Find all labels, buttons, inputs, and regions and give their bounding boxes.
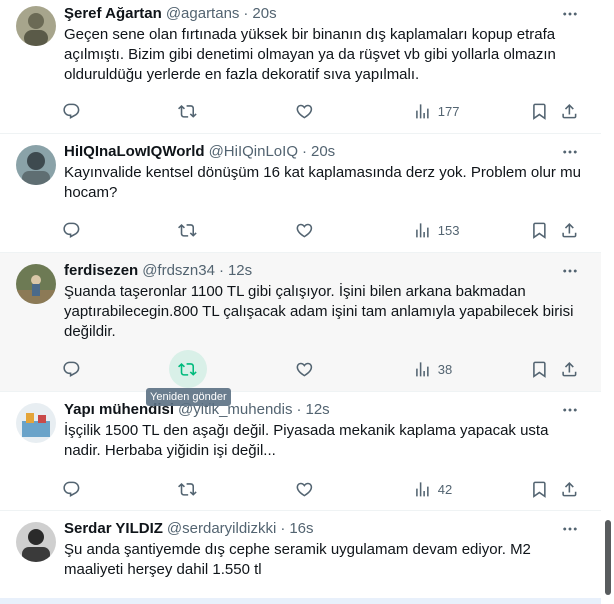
tweet-text: Şu anda şantiyemde dış cephe seramik uyg… [64,541,531,578]
like-icon[interactable] [295,99,314,123]
views-icon [413,221,432,240]
share-icon[interactable] [560,99,579,123]
separator-dot: · [218,262,224,279]
author-name[interactable]: ferdisezen [64,261,138,281]
views-button[interactable]: 153 [413,218,459,242]
timestamp[interactable]: 12s [305,400,329,420]
views-count: 177 [437,103,460,119]
action-bar: 42 [60,477,590,501]
reply-icon[interactable] [62,477,81,501]
action-bar: 177 [60,99,590,123]
scrollbar[interactable] [601,0,614,604]
retweet-icon[interactable] [178,218,197,242]
share-icon[interactable] [560,477,579,501]
views-button[interactable]: 177 [413,99,459,123]
timestamp[interactable]: 12s [228,261,252,281]
tweet-header: Serdar YILDIZ @serdaryildizkki · 16s [64,519,561,539]
tweet-item[interactable]: Şeref Ağartan @agartans · 20s Geçen sene… [0,0,601,134]
views-count: 153 [437,222,460,238]
author-name[interactable]: Şeref Ağartan [64,4,162,24]
tweet-header: HiIQInaLowIQWorld @HiIQinLoIQ · 20s [64,142,561,162]
timestamp[interactable]: 20s [252,4,276,24]
reply-icon[interactable] [62,218,81,242]
views-icon [413,102,432,121]
more-options-icon[interactable] [557,258,583,284]
avatar[interactable] [16,6,56,46]
avatar[interactable] [16,403,56,443]
tweet-header: Şeref Ağartan @agartans · 20s [64,4,561,24]
tweet-text: İşçilik 1500 TL den aşağı değil. Piyasad… [64,422,549,459]
avatar[interactable] [16,145,56,185]
action-bar: 153 [60,218,590,242]
views-icon [413,480,432,499]
more-options-icon[interactable] [557,516,583,542]
more-options-icon[interactable] [557,1,583,27]
tweet-item[interactable]: Yapı mühendisi @yitik_muhendis · 12s İşç… [0,392,601,511]
avatar[interactable] [16,264,56,304]
tweet-header: ferdisezen @frdszn34 · 12s [64,261,561,281]
separator-dot: · [296,401,302,418]
separator-dot: · [280,520,286,537]
timestamp[interactable]: 16s [289,519,313,539]
views-count: 38 [437,361,453,377]
retweet-tooltip: Yeniden gönder [146,388,231,406]
retweet-icon[interactable] [178,99,197,123]
retweet-icon[interactable] [178,477,197,501]
like-icon[interactable] [295,477,314,501]
tweet-header: Yapı mühendisi @yitik_muhendis · 12s [64,400,561,420]
author-handle[interactable]: @frdszn34 [142,261,215,281]
bookmark-icon[interactable] [530,477,549,501]
reply-icon[interactable] [62,357,81,381]
avatar[interactable] [16,522,56,562]
views-icon [413,360,432,379]
bookmark-icon[interactable] [530,357,549,381]
timeline: Şeref Ağartan @agartans · 20s Geçen sene… [0,0,601,604]
like-icon[interactable] [295,218,314,242]
retweet-icon[interactable] [169,350,207,388]
scrollbar-thumb[interactable] [605,520,611,595]
timestamp[interactable]: 20s [311,142,335,162]
tweet-item[interactable]: ferdisezen @frdszn34 · 12s Şuanda taşero… [0,253,601,392]
views-count: 42 [437,481,453,497]
bookmark-icon[interactable] [530,99,549,123]
more-options-icon[interactable] [557,397,583,423]
author-handle[interactable]: @agartans [166,4,240,24]
views-button[interactable]: 42 [413,477,452,501]
tweet-text: Kayınvalide kentsel dönüşüm 16 kat kapla… [64,164,581,201]
tweet-text: Geçen sene olan fırtınada yüksek bir bin… [64,26,556,83]
share-icon[interactable] [560,218,579,242]
more-options-icon[interactable] [557,139,583,165]
author-handle[interactable]: @HiIQinLoIQ [209,142,298,162]
author-handle[interactable]: @serdaryildizkki [167,519,276,539]
author-name[interactable]: HiIQInaLowIQWorld [64,142,205,162]
like-icon[interactable] [295,357,314,381]
bottom-bar [0,598,601,604]
share-icon[interactable] [560,357,579,381]
tweet-item[interactable]: Serdar YILDIZ @serdaryildizkki · 16s Şu … [0,511,601,604]
tweet-text: Şuanda taşeronlar 1100 TL gibi çalışıyor… [64,283,574,340]
author-name[interactable]: Serdar YILDIZ [64,519,163,539]
tweet-item[interactable]: HiIQInaLowIQWorld @HiIQinLoIQ · 20s Kayı… [0,134,601,253]
separator-dot: · [301,143,307,160]
separator-dot: · [243,5,249,22]
views-button[interactable]: 38 [413,357,452,381]
reply-icon[interactable] [62,99,81,123]
action-bar: 38 [60,350,590,388]
bookmark-icon[interactable] [530,218,549,242]
